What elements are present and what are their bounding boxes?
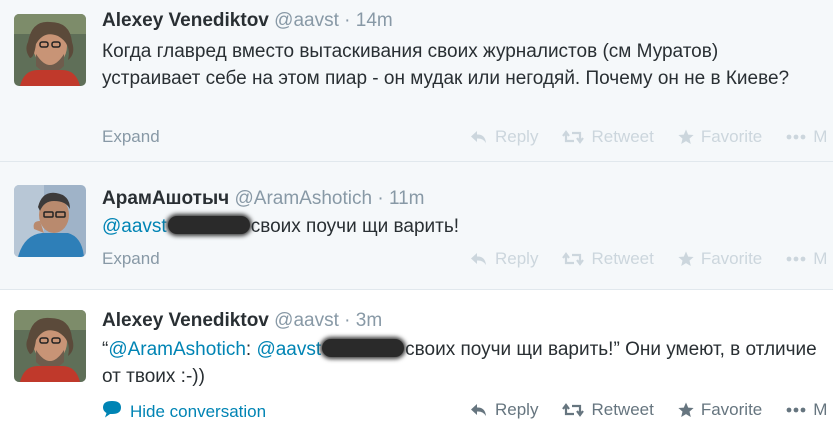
favorite-button[interactable]: Favorite [678, 400, 762, 420]
favorite-label: Favorite [700, 127, 763, 146]
favorite-label: Favorite [700, 400, 763, 419]
reply-button[interactable]: Reply [470, 400, 538, 420]
expand-link[interactable]: Expand [102, 127, 160, 147]
mention-link[interactable]: @aavst [102, 216, 167, 237]
reply-button[interactable]: Reply [470, 249, 538, 269]
more-button[interactable]: M [786, 127, 827, 147]
retweet-icon [562, 403, 585, 417]
retweet-icon [562, 130, 585, 144]
favorite-icon [678, 251, 694, 267]
retweet-button[interactable]: Retweet [562, 400, 654, 420]
reply-label: Reply [495, 249, 539, 268]
retweet-label: Retweet [591, 127, 654, 146]
tweet-text: @aavst своих поучи щи варить! [102, 213, 817, 240]
reply-icon [470, 130, 488, 144]
tweet-text: Когда главред вместо вытаскивания своих … [102, 41, 790, 89]
expand-link[interactable]: Expand [102, 249, 160, 269]
more-label: M [813, 249, 828, 268]
favorite-button[interactable]: Favorite [678, 249, 762, 269]
favorite-button[interactable]: Favorite [678, 127, 762, 147]
reply-icon [470, 403, 488, 417]
more-label: M [813, 400, 828, 419]
tweet-timestamp[interactable]: 3m [356, 310, 382, 331]
tweet[interactable]: АрамАшотыч @AramAshotich · 11m @aavst сво… [0, 162, 833, 290]
tweet-text: “@AramAshotich: @aavst своих поучи щи вар… [102, 336, 817, 390]
reply-label: Reply [495, 400, 539, 419]
avatar[interactable] [14, 185, 86, 257]
author-handle[interactable]: @AramAshotich [234, 188, 372, 209]
author-name[interactable]: Alexey Venediktov [102, 10, 269, 31]
tweet-timestamp[interactable]: 11m [389, 188, 425, 209]
tweet-timestamp[interactable]: 14m [356, 10, 393, 31]
avatar[interactable] [14, 310, 86, 382]
author-handle[interactable]: @aavst [274, 10, 339, 31]
hide-conversation-label: Hide conversation [130, 401, 267, 421]
more-icon [786, 256, 806, 262]
more-icon [786, 407, 806, 413]
tweet-text-rest: своих поучи щи варить! [250, 216, 460, 237]
retweet-icon [562, 252, 585, 266]
reply-label: Reply [495, 127, 539, 146]
author-name[interactable]: АрамАшотыч [102, 188, 229, 209]
mention-link[interactable]: @aavst [256, 339, 321, 360]
retweet-button[interactable]: Retweet [562, 249, 654, 269]
hide-conversation-link[interactable]: Hide conversation [102, 400, 266, 423]
redacted-word [167, 216, 250, 234]
author-handle[interactable]: @aavst [274, 310, 339, 331]
retweet-button[interactable]: Retweet [562, 127, 654, 147]
author-name[interactable]: Alexey Venediktov [102, 310, 269, 331]
more-label: M [813, 127, 828, 146]
retweet-label: Retweet [591, 400, 654, 419]
favorite-icon [678, 129, 694, 145]
more-icon [786, 134, 806, 140]
favorite-icon [678, 402, 694, 418]
tweet-actions: Reply Retweet Favorite M [470, 249, 827, 269]
favorite-label: Favorite [700, 249, 763, 268]
separator: · [344, 10, 351, 31]
separator: · [344, 310, 351, 331]
tweet-actions: Reply Retweet Favorite M [470, 127, 827, 147]
conversation-icon [102, 400, 122, 423]
reply-button[interactable]: Reply [470, 127, 538, 147]
tweet-actions: Reply Retweet Favorite M [470, 400, 827, 420]
redacted-word [322, 339, 405, 357]
reply-icon [470, 252, 488, 266]
retweet-label: Retweet [591, 249, 654, 268]
more-button[interactable]: M [786, 400, 827, 420]
more-button[interactable]: M [786, 249, 827, 269]
tweet[interactable]: Alexey Venediktov @aavst · 14m Когда гла… [0, 0, 833, 162]
separator: · [377, 188, 384, 209]
tweet[interactable]: Alexey Venediktov @aavst · 3m “@AramAsho… [0, 290, 833, 436]
mention-link[interactable]: @AramAshotich [108, 339, 246, 360]
colon: : [245, 339, 252, 360]
avatar[interactable] [14, 14, 86, 86]
